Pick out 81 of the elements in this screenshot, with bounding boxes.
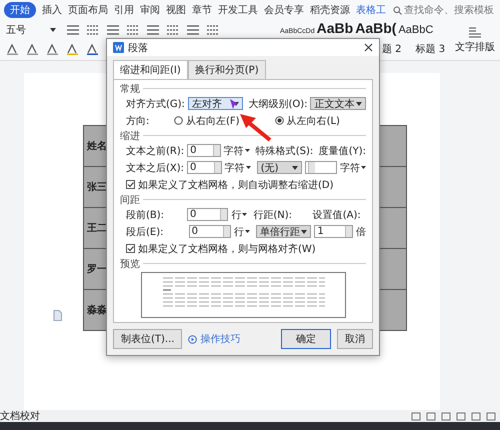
style-preview[interactable]: AaBb( — [355, 20, 396, 36]
section-title: 缩进 — [120, 130, 140, 142]
section-title: 间距 — [120, 194, 140, 206]
section-title: 预览 — [120, 258, 140, 270]
unit-dropdown[interactable]: 行 — [231, 208, 248, 222]
caret-icon — [245, 230, 250, 233]
style-preview[interactable]: AaBbC — [398, 24, 434, 36]
radio-icon[interactable] — [274, 116, 284, 125]
status-text[interactable]: 文档校对 — [0, 409, 40, 423]
ribbon-tab[interactable]: 页面布局 — [68, 3, 108, 17]
ribbon-tab[interactable]: 审阅 — [140, 3, 160, 17]
ok-button[interactable]: 确定 — [281, 329, 331, 349]
style-label[interactable]: 题 2 — [382, 42, 402, 56]
field-label: 段前(B): — [126, 208, 166, 222]
ribbon-tab[interactable]: 表格工 — [356, 3, 386, 17]
cursor-icon — [230, 99, 238, 109]
app-logo-icon — [113, 42, 124, 53]
field-label: 方向: — [126, 114, 150, 128]
space-before-field[interactable]: 0 — [186, 208, 228, 221]
ribbon-tab[interactable]: 章节 — [192, 3, 212, 17]
field-label: 大纲级别(O): — [248, 98, 308, 110]
ribbon-tab[interactable]: 会员专享 — [264, 3, 304, 17]
font-size-dropdown[interactable]: 五号 — [6, 22, 60, 36]
unit-dropdown[interactable]: 行 — [234, 224, 250, 238]
ribbon-tab[interactable]: 视图 — [166, 3, 186, 17]
checkbox-icon[interactable] — [126, 180, 135, 189]
checkbox-icon[interactable] — [126, 244, 135, 253]
radio-icon[interactable] — [174, 116, 183, 125]
caret-icon — [301, 230, 308, 234]
field-label: 特殊格式(S): — [256, 144, 313, 158]
direction-radio[interactable]: 从右向左(F) — [174, 114, 240, 128]
measure-field[interactable] — [305, 161, 337, 174]
ribbon-tab[interactable]: 引用 — [114, 3, 134, 17]
dialog-title: 段落 — [128, 42, 148, 54]
dialog-tab[interactable]: 缩进和间距(I) — [113, 60, 188, 79]
style-preview[interactable]: AaBb — [316, 20, 354, 36]
direction-radio[interactable]: 从左向右(L) — [274, 114, 340, 128]
indent-after-field[interactable]: 0 — [187, 161, 222, 174]
tab-stops-button[interactable]: 制表位(T)... — [113, 329, 182, 349]
ribbon-tab[interactable]: 开发工具 — [218, 3, 258, 17]
set-value-field[interactable]: 1 — [314, 225, 353, 238]
outline-level-dropdown[interactable]: 正文文本 — [310, 97, 366, 110]
page-view-icon[interactable] — [411, 412, 421, 420]
unit-dropdown[interactable]: 字符 — [340, 160, 366, 174]
field-label: 设置值(A): — [312, 208, 362, 222]
field-label: 对齐方式(G): — [126, 98, 185, 110]
cancel-button[interactable]: 取消 — [337, 329, 373, 349]
caret-icon — [244, 149, 250, 152]
field-label: 文本之后(X): — [126, 162, 184, 174]
unit-dropdown[interactable]: 字符 — [224, 144, 250, 158]
caret-icon — [356, 102, 362, 106]
text-layout-button[interactable]: 文字排版 — [450, 20, 500, 60]
unit-dropdown[interactable]: 字符 — [224, 160, 251, 174]
ribbon-tab[interactable]: 插入 — [42, 3, 62, 17]
play-icon — [188, 334, 198, 344]
style-label[interactable]: 标题 3 — [416, 42, 446, 56]
list-icon[interactable] — [66, 24, 80, 36]
dialog-tab[interactable]: 换行和分页(P) — [188, 60, 266, 79]
search-field[interactable]: 查找命令、搜索模板 — [393, 4, 496, 16]
field-label: 段后(E): — [126, 226, 164, 238]
special-format-dropdown[interactable]: (无) — [256, 161, 302, 174]
grid-checkbox[interactable]: 如果定义了文档网格，则自动调整右缩进(D) — [126, 178, 334, 192]
indent-before-field[interactable]: 0 — [187, 144, 221, 157]
caret-icon — [50, 28, 56, 32]
close-icon[interactable] — [364, 43, 373, 52]
caret-icon — [242, 213, 248, 216]
text-layout-icon — [468, 26, 482, 38]
tips-link[interactable]: 操作技巧 — [188, 332, 240, 346]
pointer-arrow-drawing — [238, 112, 272, 142]
line-spacing-dropdown[interactable]: 单倍行距 — [256, 225, 312, 238]
search-icon — [393, 6, 402, 14]
unit-label: 倍 — [356, 226, 366, 238]
field-label: 度量值(Y): — [318, 144, 366, 158]
field-label: 行距(N): — [253, 208, 294, 222]
grid-checkbox[interactable]: 如果定义了文档网格，则与网格对齐(W) — [126, 242, 316, 256]
ribbon-tab[interactable]: 稻壳资源 — [310, 3, 350, 17]
section-title: 常规 — [120, 82, 140, 96]
alignment-dropdown[interactable]: 左对齐 — [188, 97, 244, 110]
ribbon-tab[interactable]: 开始 — [4, 2, 36, 18]
space-after-field[interactable]: 0 — [188, 225, 232, 238]
field-label: 文本之前(R): — [126, 144, 184, 158]
